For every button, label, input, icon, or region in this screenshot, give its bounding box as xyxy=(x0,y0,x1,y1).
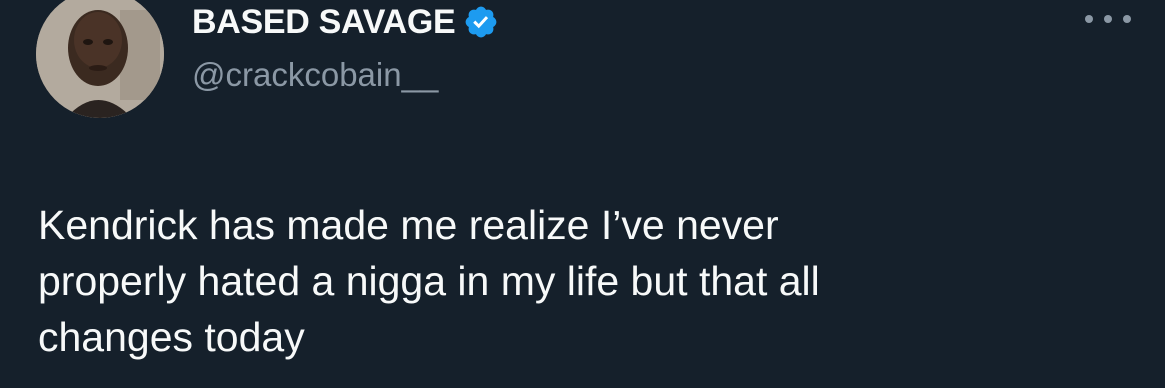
author-handle[interactable]: @crackcobain__ xyxy=(192,56,438,94)
display-name[interactable]: BASED SAVAGE xyxy=(192,3,456,42)
verified-badge-icon xyxy=(463,4,499,40)
avatar[interactable] xyxy=(36,0,164,118)
tweet-text: Kendrick has made me realize I’ve never … xyxy=(38,202,820,360)
more-options-icon[interactable] xyxy=(1085,4,1131,34)
more-dot xyxy=(1123,15,1131,23)
more-dot xyxy=(1085,15,1093,23)
author-row: BASED SAVAGE xyxy=(192,2,499,42)
tweet: BASED SAVAGE @crackcobain__ Kendrick has… xyxy=(0,0,1165,388)
more-dot xyxy=(1104,15,1112,23)
avatar-image xyxy=(36,0,164,118)
